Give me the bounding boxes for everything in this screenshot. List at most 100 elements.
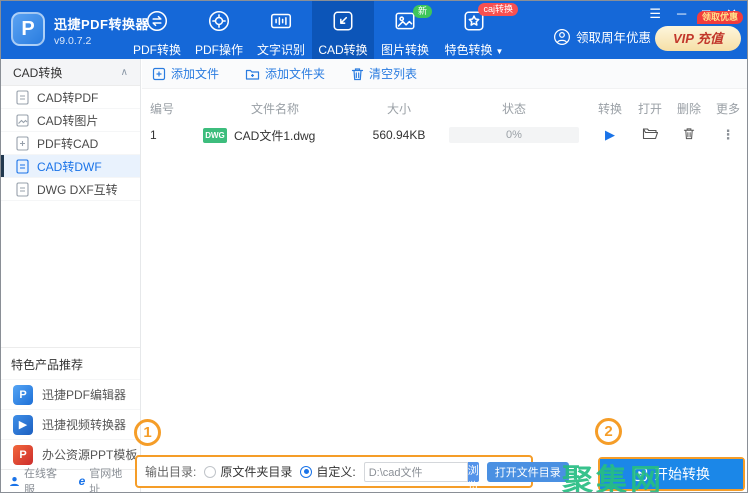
sidebar-item-cad-to-dwf[interactable]: CAD转DWF <box>1 155 140 178</box>
minimize-icon[interactable]: ─ <box>677 7 686 21</box>
ppt-templates-icon: P <box>13 444 33 465</box>
document-icon <box>16 158 29 174</box>
open-output-dir-button[interactable]: 打开文件目录 <box>486 461 569 482</box>
online-support-link[interactable]: 在线客服 <box>9 465 67 492</box>
pdf-operate-icon <box>207 9 231 33</box>
radio-original-folder[interactable]: 原文件夹目录 <box>204 463 292 480</box>
cad-convert-icon <box>331 9 355 33</box>
pdf-convert-icon <box>145 9 169 33</box>
document-icon <box>16 181 29 197</box>
radio-selected-icon <box>300 465 313 478</box>
file-name-cell: DWG CAD文件1.dwg <box>191 127 359 144</box>
table-header: 编号 文件名称 大小 状态 转换 打开 删除 更多 <box>142 95 747 121</box>
sidebar-item-label: CAD转PDF <box>37 90 99 105</box>
table-row: 1 DWG CAD文件1.dwg 560.94KB 0% ▶ ⋮ <box>142 121 747 149</box>
sidebar-item-label: CAD转DWF <box>37 159 102 174</box>
col-filename: 文件名称 <box>250 101 299 116</box>
clear-list-button[interactable]: 清空列表 <box>351 65 417 82</box>
recommend-title: 特色产品推荐 <box>11 358 84 372</box>
col-more: 更多 <box>715 101 740 116</box>
col-status: 状态 <box>501 101 526 116</box>
convert-play-button[interactable]: ▶ <box>605 127 615 142</box>
document-plus-icon <box>16 135 29 151</box>
main-nav: PDF转换 PDF操作 文字识别 CAD转换 新 图片转换 caj转换 特色转换… <box>126 1 518 59</box>
nav-tab-image-convert[interactable]: 新 图片转换 <box>374 1 436 59</box>
output-path-input[interactable] <box>363 461 468 482</box>
sidebar-item-label: DWG DXF互转 <box>37 182 118 197</box>
nav-label: 文字识别 <box>256 43 305 57</box>
annotation-step-2: 2 <box>595 418 622 445</box>
annotation-step-1: 1 <box>134 419 161 446</box>
app-logo-icon: P <box>11 12 45 46</box>
vip-recharge-button[interactable]: VIP 充值 领取优惠 <box>655 11 743 51</box>
sidebar-item-cad-to-pdf[interactable]: CAD转PDF <box>1 86 140 109</box>
add-file-button[interactable]: 添加文件 <box>152 65 219 82</box>
document-icon <box>16 89 29 105</box>
product-label: 迅捷PDF编辑器 <box>42 388 127 402</box>
sidebar-item-label: PDF转CAD <box>37 136 99 151</box>
promo-label: 领取周年优惠 <box>575 31 651 45</box>
nav-tab-ocr[interactable]: 文字识别 <box>250 1 312 59</box>
nav-tab-cad-convert[interactable]: CAD转换 <box>312 1 374 59</box>
website-link[interactable]: e 官网地址 <box>78 465 132 492</box>
browse-button[interactable]: 浏览 <box>467 461 479 492</box>
col-size: 大小 <box>386 101 411 116</box>
sidebar-group-label: CAD转换 <box>13 65 63 80</box>
more-options-button[interactable]: ⋮ <box>722 127 735 142</box>
radio-custom-folder[interactable]: 自定义: <box>300 463 356 480</box>
product-pdf-editor[interactable]: P 迅捷PDF编辑器 <box>1 379 140 409</box>
vip-discount-badge: 领取优惠 <box>696 11 743 24</box>
progress-bar: 0% <box>449 127 579 143</box>
start-convert-button[interactable]: 开始转换 <box>600 459 743 489</box>
recommended-products: 特色产品推荐 P 迅捷PDF编辑器 ▶ 迅捷视频转换器 P 办公资源PPT模板 <box>1 347 140 469</box>
chevron-down-icon: ▼ <box>495 47 504 56</box>
add-folder-button[interactable]: 添加文件夹 <box>245 65 325 82</box>
nav-tab-special-convert[interactable]: caj转换 特色转换 ▼ <box>436 1 518 59</box>
sidebar-footer: 在线客服 e 官网地址 <box>1 468 140 492</box>
support-person-icon <box>9 476 20 487</box>
output-dir-label: 输出目录: <box>145 465 197 479</box>
nav-tab-pdf-operate[interactable]: PDF操作 <box>188 1 250 59</box>
col-open: 打开 <box>637 101 662 116</box>
dwg-file-icon: DWG <box>203 127 227 143</box>
app-window: P 迅捷PDF转换器 v9.0.7.2 PDF转换 PDF操作 文字识别 CAD… <box>0 0 748 493</box>
browser-e-icon: e <box>78 474 86 488</box>
product-label: 迅捷视频转换器 <box>42 418 127 432</box>
col-convert: 转换 <box>597 101 622 116</box>
video-converter-icon: ▶ <box>13 414 33 435</box>
nav-label: PDF转换 <box>132 43 181 57</box>
status-cell: 0% <box>439 127 589 143</box>
sidebar: CAD转换 ∧ CAD转PDF CAD转图片 PDF转CAD CAD转DWF D… <box>1 59 141 492</box>
nav-label: 特色转换 ▼ <box>444 43 504 57</box>
user-icon <box>553 28 571 46</box>
sidebar-group-cad-convert[interactable]: CAD转换 ∧ <box>1 59 140 86</box>
new-badge: 新 <box>412 5 432 18</box>
nav-label: CAD转换 <box>318 43 368 57</box>
row-number: 1 <box>150 128 157 142</box>
file-name: CAD文件1.dwg <box>234 128 316 143</box>
delete-button[interactable] <box>683 128 695 143</box>
chevron-up-icon: ∧ <box>120 66 128 78</box>
caj-badge: caj转换 <box>478 3 518 16</box>
anniversary-promo-link[interactable]: 领取周年优惠 <box>553 27 651 46</box>
sidebar-item-label: CAD转图片 <box>37 113 99 128</box>
menu-icon[interactable]: ☰ <box>649 7 661 21</box>
col-delete: 删除 <box>676 101 701 116</box>
product-video-converter[interactable]: ▶ 迅捷视频转换器 <box>1 409 140 439</box>
output-directory-panel: 输出目录: 原文件夹目录 自定义: 浏览 打开文件目录 <box>135 455 569 492</box>
product-label: 办公资源PPT模板 <box>42 448 138 462</box>
sidebar-item-pdf-to-cad[interactable]: PDF转CAD <box>1 132 140 155</box>
radio-unselected-icon <box>204 465 217 478</box>
open-folder-button[interactable] <box>642 128 658 143</box>
image-icon <box>16 113 29 128</box>
add-folder-icon <box>245 67 260 81</box>
sidebar-item-cad-to-image[interactable]: CAD转图片 <box>1 109 140 132</box>
pdf-editor-icon: P <box>13 384 33 405</box>
nav-tab-pdf-convert[interactable]: PDF转换 <box>126 1 188 59</box>
header-bar: P 迅捷PDF转换器 v9.0.7.2 PDF转换 PDF操作 文字识别 CAD… <box>1 1 747 59</box>
nav-label: 图片转换 <box>380 43 429 57</box>
sidebar-item-dwg-dxf[interactable]: DWG DXF互转 <box>1 178 140 201</box>
add-file-icon <box>152 67 166 81</box>
nav-label: PDF操作 <box>194 43 243 57</box>
ocr-icon <box>269 9 293 33</box>
